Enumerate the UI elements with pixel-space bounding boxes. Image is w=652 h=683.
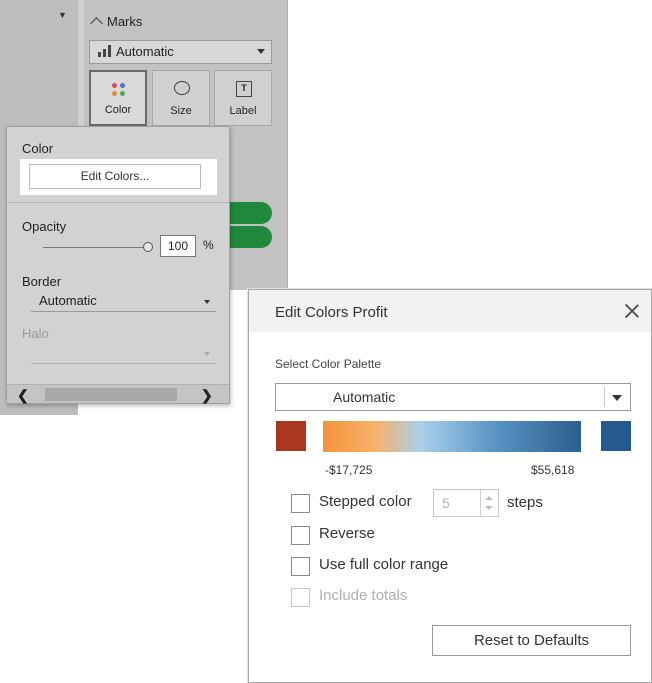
text-label-icon: T bbox=[236, 81, 252, 97]
color-button[interactable]: Color bbox=[89, 70, 147, 126]
opacity-heading: Opacity bbox=[22, 219, 67, 234]
border-value: Automatic bbox=[39, 293, 97, 308]
view-bar-mark bbox=[228, 226, 272, 248]
edit-colors-dialog: Edit Colors Profit Select Color Palette … bbox=[248, 289, 652, 683]
opacity-input[interactable]: 100 bbox=[160, 235, 196, 257]
color-heading: Color bbox=[22, 141, 54, 156]
chevron-down-icon bbox=[204, 300, 210, 304]
steps-stepper: 5 bbox=[433, 489, 499, 517]
edit-colors-button[interactable]: Edit Colors... bbox=[29, 164, 201, 189]
border-dropdown[interactable]: Automatic bbox=[31, 292, 216, 312]
chevron-down-icon bbox=[257, 49, 265, 54]
range-max-label: $55,618 bbox=[531, 463, 575, 477]
label-button-label: Label bbox=[229, 105, 257, 117]
opacity-slider-track[interactable] bbox=[43, 247, 145, 248]
marks-title: Marks bbox=[107, 14, 143, 29]
scroll-left-icon[interactable]: ❮ bbox=[17, 387, 29, 404]
halo-heading: Halo bbox=[22, 326, 49, 341]
color-popover: Color Edit Colors... Opacity 100 % Borde… bbox=[6, 126, 230, 404]
chevron-down-icon bbox=[612, 395, 622, 401]
stepped-color-label[interactable]: Stepped color bbox=[319, 493, 412, 510]
stepper-down-icon bbox=[485, 506, 493, 510]
horizontal-scrollbar[interactable]: ❮ ❯ bbox=[7, 384, 229, 403]
scroll-right-icon[interactable]: ❯ bbox=[201, 387, 213, 404]
full-color-range-checkbox[interactable] bbox=[291, 557, 310, 576]
include-totals-checkbox bbox=[291, 588, 310, 607]
size-button[interactable]: Size bbox=[152, 70, 210, 126]
high-color-swatch[interactable] bbox=[601, 421, 631, 451]
range-min-label: -$17,725 bbox=[325, 463, 373, 477]
scrollbar-thumb[interactable] bbox=[45, 388, 177, 401]
stepper-up-icon bbox=[485, 496, 493, 500]
palette-label: Select Color Palette bbox=[275, 357, 382, 371]
label-button[interactable]: T Label bbox=[214, 70, 272, 126]
dialog-title: Edit Colors Profit bbox=[275, 304, 388, 321]
halo-dropdown bbox=[31, 344, 216, 364]
opacity-unit: % bbox=[203, 238, 214, 252]
palette-dropdown[interactable]: Automatic bbox=[275, 383, 631, 411]
color-button-label: Color bbox=[104, 104, 132, 116]
chevron-down-icon bbox=[204, 352, 210, 356]
size-icon bbox=[174, 81, 190, 95]
reverse-checkbox[interactable] bbox=[291, 526, 310, 545]
dialog-header: Edit Colors Profit bbox=[249, 290, 651, 332]
color-gradient-bar bbox=[323, 421, 581, 452]
reverse-label[interactable]: Reverse bbox=[319, 525, 375, 542]
reset-to-defaults-button[interactable]: Reset to Defaults bbox=[432, 625, 631, 656]
view-bar-mark bbox=[228, 202, 272, 224]
low-color-swatch[interactable] bbox=[276, 421, 306, 451]
chevron-up-icon[interactable] bbox=[90, 17, 103, 30]
stepper-arrows bbox=[480, 490, 498, 516]
border-heading: Border bbox=[22, 274, 62, 289]
opacity-slider-handle[interactable] bbox=[143, 242, 153, 252]
bar-chart-icon bbox=[98, 45, 112, 57]
close-icon[interactable] bbox=[623, 302, 641, 320]
steps-value: 5 bbox=[442, 495, 450, 511]
mark-type-value: Automatic bbox=[116, 44, 174, 59]
caret-down-icon[interactable]: ▼ bbox=[58, 10, 67, 20]
divider bbox=[7, 202, 229, 203]
marks-header[interactable]: Marks bbox=[90, 14, 143, 30]
palette-value: Automatic bbox=[333, 389, 396, 405]
mark-type-dropdown[interactable]: Automatic bbox=[89, 40, 272, 64]
steps-suffix: steps bbox=[507, 494, 543, 511]
include-totals-label: Include totals bbox=[319, 587, 408, 604]
full-color-range-label[interactable]: Use full color range bbox=[319, 556, 448, 573]
size-button-label: Size bbox=[170, 105, 192, 117]
stepped-color-checkbox[interactable] bbox=[291, 494, 310, 513]
color-dots-icon bbox=[112, 83, 126, 97]
